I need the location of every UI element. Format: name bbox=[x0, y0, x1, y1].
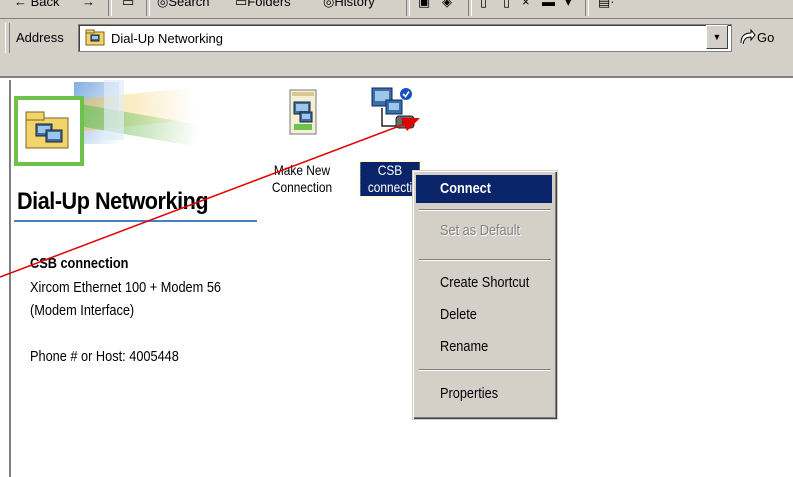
copy-to-icon[interactable]: ◈ bbox=[442, 0, 452, 10]
folders-label: Folders bbox=[247, 0, 291, 9]
make-new-connection-label[interactable]: Make New Connection bbox=[265, 162, 340, 196]
address-bar-grip[interactable] bbox=[5, 23, 10, 53]
menu-item-delete-label: Delete bbox=[440, 306, 477, 323]
make-new-connection-label-line2: Connection bbox=[271, 179, 333, 195]
menu-separator bbox=[419, 209, 551, 211]
folders-button[interactable]: ▭Folders bbox=[235, 0, 291, 10]
menu-item-properties[interactable]: Properties bbox=[416, 380, 552, 408]
menu-item-connect[interactable]: Connect bbox=[416, 175, 552, 203]
toolbar-separator bbox=[108, 0, 112, 16]
csb-connection-item[interactable] bbox=[360, 82, 428, 162]
delete-icon[interactable]: ▯ bbox=[480, 0, 487, 10]
panel-title: Dial-Up Networking bbox=[17, 188, 209, 215]
history-label: History bbox=[334, 0, 375, 9]
toolbar-separator bbox=[468, 0, 472, 16]
frame-border bbox=[9, 80, 11, 477]
back-button[interactable]: ← Back bbox=[14, 0, 60, 9]
selected-item-phone: Phone # or Host: 4005448 bbox=[30, 348, 179, 365]
menu-item-create-shortcut[interactable]: Create Shortcut bbox=[416, 269, 552, 297]
menu-item-set-as-default-label: Set as Default bbox=[440, 222, 521, 239]
search-label: Search bbox=[168, 0, 210, 9]
menu-item-rename-label: Rename bbox=[440, 338, 489, 355]
menu-separator bbox=[419, 369, 551, 371]
toolbar-separator bbox=[406, 0, 410, 16]
menu-item-create-shortcut-label: Create Shortcut bbox=[440, 274, 530, 291]
up-folder-icon[interactable]: ▭ bbox=[122, 0, 134, 10]
menu-item-properties-label: Properties bbox=[440, 385, 499, 402]
menu-item-set-as-default: Set as Default bbox=[416, 217, 552, 245]
properties-icon[interactable]: ▬ bbox=[542, 0, 555, 9]
address-input[interactable]: Dial-Up Networking bbox=[78, 24, 732, 52]
go-arrow-icon[interactable] bbox=[738, 28, 756, 48]
panel-title-underline bbox=[14, 220, 257, 222]
csb-connection-label-line2: connecti bbox=[367, 179, 413, 195]
standard-toolbar: ← Back → ▭ ◎Search ▭Folders ◎History ▣ ◈… bbox=[0, 0, 793, 19]
folders-icon: ▭ bbox=[235, 0, 248, 9]
history-icon: ◎ bbox=[323, 0, 335, 9]
menu-separator bbox=[419, 259, 551, 261]
network-connection-icon bbox=[371, 87, 415, 129]
context-menu: Connect Set as Default Create Shortcut D… bbox=[412, 170, 558, 420]
go-button[interactable]: Go bbox=[757, 30, 774, 45]
selected-item-name: CSB connection bbox=[30, 255, 129, 272]
views-menu-icon[interactable]: ▤· bbox=[598, 0, 615, 10]
views-icon[interactable]: ▾ bbox=[565, 0, 572, 10]
chevron-down-icon: ▼ bbox=[712, 32, 722, 42]
close-icon[interactable]: × bbox=[522, 0, 530, 9]
address-value: Dial-Up Networking bbox=[111, 31, 223, 46]
move-to-icon[interactable]: ▣ bbox=[418, 0, 430, 10]
address-dropdown-button[interactable]: ▼ bbox=[706, 25, 728, 49]
search-icon: ◎ bbox=[157, 0, 169, 9]
dialup-folder-icon bbox=[85, 29, 105, 46]
toolbar-separator bbox=[585, 0, 589, 16]
menu-item-connect-label: Connect bbox=[440, 180, 491, 197]
csb-connection-label[interactable]: CSB connecti bbox=[359, 161, 421, 197]
menu-item-rename[interactable]: Rename bbox=[416, 333, 552, 361]
menu-item-delete[interactable]: Delete bbox=[416, 301, 552, 329]
history-button[interactable]: ◎History bbox=[323, 0, 375, 10]
undo-icon[interactable]: ▯ bbox=[503, 0, 510, 10]
csb-connection-label-line1: CSB bbox=[377, 162, 403, 178]
make-new-connection-label-line1: Make New bbox=[273, 162, 331, 178]
search-button[interactable]: ◎Search bbox=[157, 0, 210, 10]
make-new-connection-icon bbox=[289, 89, 317, 135]
toolbar-separator bbox=[146, 0, 150, 16]
forward-button[interactable]: → bbox=[82, 0, 95, 9]
selected-item-device: Xircom Ethernet 100 + Modem 56 bbox=[30, 279, 221, 296]
address-label: Address bbox=[16, 30, 64, 45]
selected-item-device-type: (Modem Interface) bbox=[30, 302, 135, 319]
folder-banner-graphic bbox=[14, 80, 200, 166]
